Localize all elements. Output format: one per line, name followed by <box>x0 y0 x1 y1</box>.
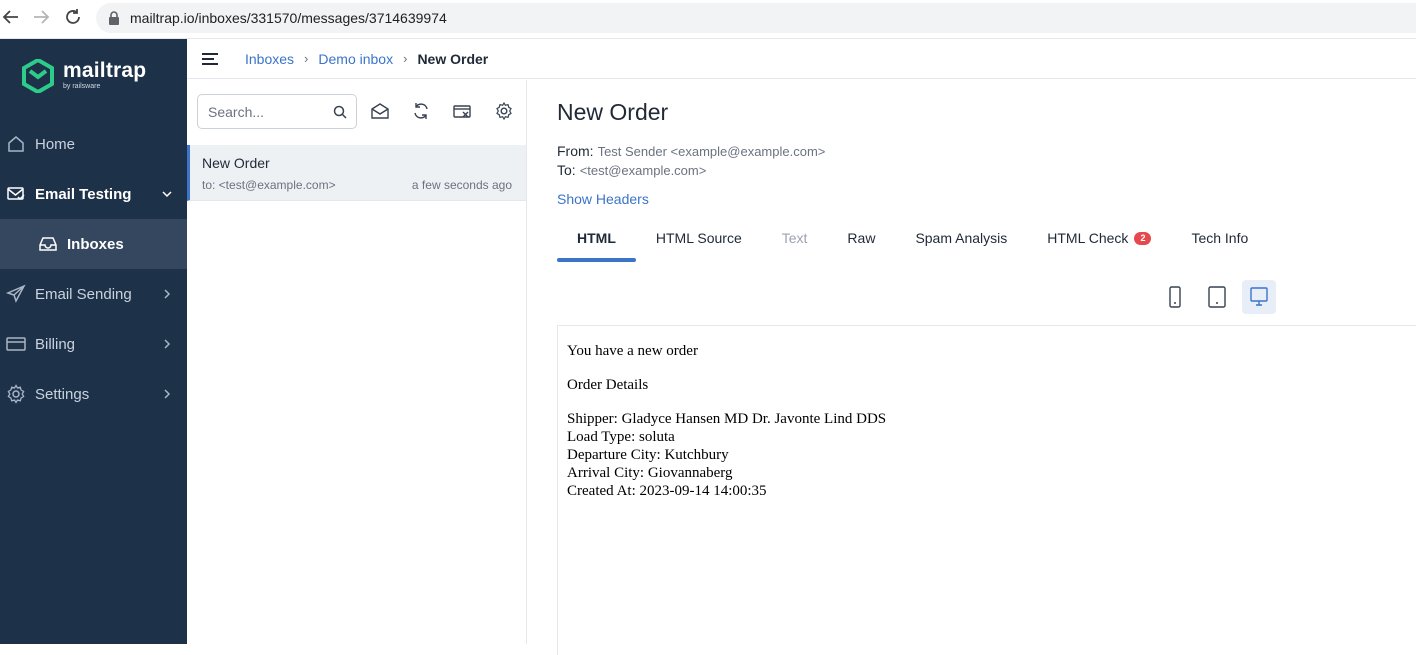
search-box[interactable] <box>197 94 357 129</box>
chevron-right-icon <box>164 289 171 299</box>
mobile-icon <box>1169 286 1181 308</box>
desktop-view-button[interactable] <box>1242 280 1276 314</box>
sidebar-item-settings[interactable]: Settings <box>0 369 187 419</box>
menu-toggle-icon[interactable] <box>201 52 219 66</box>
tab-html[interactable]: HTML <box>557 228 636 262</box>
email-testing-icon <box>7 187 25 201</box>
tab-html-source[interactable]: HTML Source <box>636 228 762 262</box>
url-text: mailtrap.io/inboxes/331570/messages/3714… <box>130 10 447 26</box>
tab-label: HTML Source <box>655 230 742 246</box>
breadcrumb-separator: › <box>304 51 309 66</box>
card-icon <box>6 337 26 351</box>
show-headers-link[interactable]: Show Headers <box>557 191 649 207</box>
message-list-panel: New Order to: <test@example.com> a few s… <box>187 80 527 644</box>
arrival-line: Arrival City: Giovannaberg <box>567 465 733 481</box>
message-title: New Order <box>557 99 669 125</box>
clear-inbox-icon[interactable] <box>452 101 472 121</box>
mark-read-icon[interactable] <box>370 101 390 121</box>
tab-raw[interactable]: Raw <box>827 228 895 262</box>
lock-icon <box>109 11 119 25</box>
desktop-icon <box>1250 287 1268 306</box>
email-body-heading: Order Details <box>567 377 649 393</box>
shipper-line: Shipper: Gladyce Hansen MD Dr. Javonte L… <box>567 411 887 427</box>
logo-subtitle: by railsware <box>63 83 101 90</box>
tab-label: HTML Check <box>1047 230 1129 246</box>
sidebar-item-label: Billing <box>35 335 76 353</box>
html-check-count-badge: 2 <box>1134 232 1152 245</box>
chevron-right-icon <box>164 389 171 399</box>
mobile-view-button[interactable] <box>1158 280 1192 314</box>
sidebar-subitem-label: Inboxes <box>67 235 124 253</box>
sidebar-item-label: Home <box>35 135 76 153</box>
sidebar-item-label: Email Testing <box>35 185 132 203</box>
load-type-line: Load Type: soluta <box>567 429 675 445</box>
gear-icon <box>7 384 25 404</box>
reload-icon[interactable] <box>62 6 84 28</box>
from-label: From: <box>557 143 594 159</box>
tablet-view-button[interactable] <box>1200 280 1234 314</box>
sidebar-item-email-testing[interactable]: Email Testing <box>0 169 187 219</box>
forward-arrow-icon[interactable] <box>30 6 52 28</box>
chevron-down-icon <box>162 191 172 198</box>
send-icon <box>6 284 26 303</box>
sidebar-item-billing[interactable]: Billing <box>0 319 187 369</box>
message-list-item[interactable]: New Order to: <test@example.com> a few s… <box>187 145 526 201</box>
breadcrumb-demo-inbox[interactable]: Demo inbox <box>318 51 393 67</box>
breadcrumb-inboxes[interactable]: Inboxes <box>245 51 294 67</box>
tab-label: Tech Info <box>1191 230 1249 246</box>
message-recipient: to: <test@example.com> <box>202 178 336 192</box>
sidebar-item-label: Settings <box>35 385 90 403</box>
message-tabs: HTML HTML Source Text Raw Spam Analysis … <box>557 228 1268 262</box>
created-at-line: Created At: 2023-09-14 14:00:35 <box>567 483 767 499</box>
tab-text[interactable]: Text <box>762 228 828 262</box>
to-label: To: <box>557 162 576 178</box>
tablet-icon <box>1208 286 1226 308</box>
sidebar: mailtrap by railsware Home Email Testing… <box>0 39 187 644</box>
inbox-icon <box>39 237 57 251</box>
tab-label: HTML <box>577 230 616 246</box>
logo-name: mailtrap <box>63 59 147 82</box>
tab-label: Raw <box>847 230 876 246</box>
settings-icon[interactable] <box>494 101 514 121</box>
sidebar-item-email-sending[interactable]: Email Sending <box>0 269 187 319</box>
message-view: New Order From: Test Sender <example@exam… <box>527 80 1416 655</box>
tab-label: Text <box>781 230 808 246</box>
search-input[interactable] <box>208 103 326 120</box>
chevron-right-icon <box>164 339 171 349</box>
breadcrumb-bar: Inboxes › Demo inbox › New Order <box>187 39 1416 79</box>
breadcrumb-current: New Order <box>417 50 489 67</box>
sidebar-item-inboxes[interactable]: Inboxes <box>0 219 187 269</box>
tab-tech-info[interactable]: Tech Info <box>1171 228 1268 262</box>
message-subject: New Order <box>202 155 270 171</box>
breadcrumb-separator: › <box>403 51 408 66</box>
from-value: Test Sender <example@example.com> <box>597 144 826 159</box>
tab-label: Spam Analysis <box>915 230 1008 246</box>
home-icon <box>8 136 24 152</box>
message-time: a few seconds ago <box>411 178 512 192</box>
from-line: From: Test Sender <example@example.com> <box>557 143 825 159</box>
to-line: To: <test@example.com> <box>557 162 706 178</box>
sidebar-item-label: Email Sending <box>35 285 132 303</box>
departure-line: Departure City: Kutchbury <box>567 447 729 463</box>
refresh-icon[interactable] <box>411 101 431 121</box>
logo[interactable]: mailtrap by railsware <box>22 59 146 93</box>
tab-html-check[interactable]: HTML Check 2 <box>1027 228 1171 262</box>
browser-toolbar: mailtrap.io/inboxes/331570/messages/3714… <box>0 0 1416 39</box>
email-body-intro: You have a new order <box>567 343 698 359</box>
search-icon[interactable] <box>333 105 347 119</box>
address-bar[interactable]: mailtrap.io/inboxes/331570/messages/3714… <box>96 3 1416 33</box>
mailtrap-logo-icon <box>22 59 54 93</box>
to-value: <test@example.com> <box>579 163 707 178</box>
email-preview: You have a new order Order Details Shipp… <box>557 325 1416 655</box>
back-arrow-icon[interactable] <box>0 6 22 28</box>
sidebar-item-home[interactable]: Home <box>0 119 187 169</box>
tab-spam-analysis[interactable]: Spam Analysis <box>895 228 1027 262</box>
